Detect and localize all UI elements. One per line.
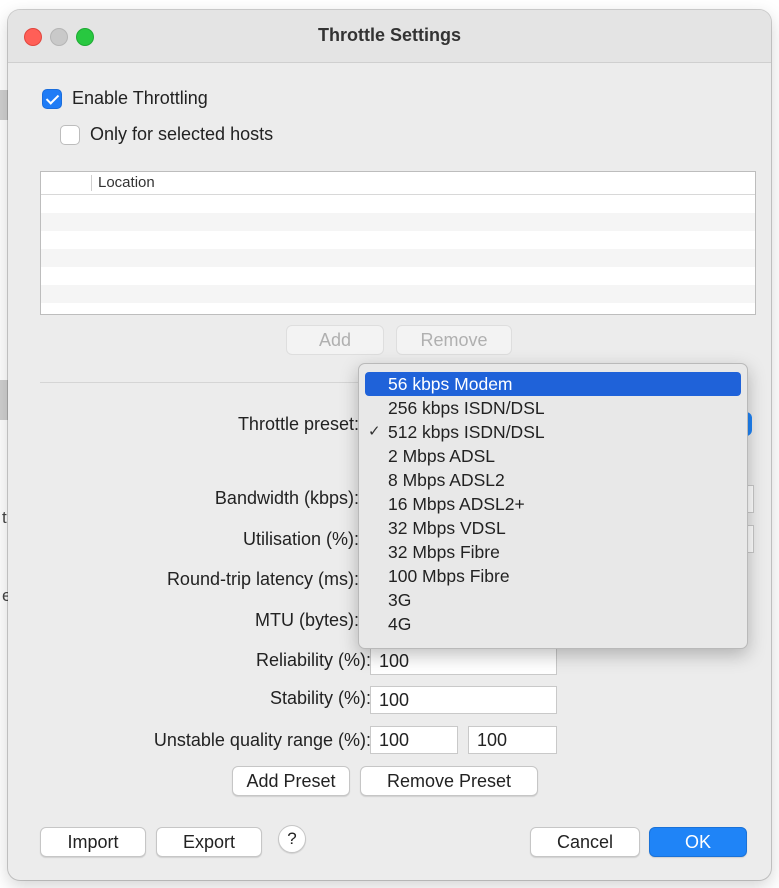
stability-field[interactable]: 100	[370, 686, 557, 714]
table-row	[41, 285, 755, 303]
utilisation-label: Utilisation (%):	[242, 529, 359, 549]
table-row	[41, 249, 755, 267]
import-button[interactable]: Import	[40, 827, 146, 857]
mtu-label: MTU (bytes):	[254, 610, 359, 630]
ok-button[interactable]: OK	[649, 827, 747, 857]
menu-item-2-mbps-adsl[interactable]: 2 Mbps ADSL	[365, 444, 741, 468]
export-button[interactable]: Export	[156, 827, 262, 857]
unstable-quality-range-label: Unstable quality range (%):	[153, 730, 371, 750]
table-row	[41, 195, 755, 213]
window-title: Throttle Settings	[318, 25, 461, 45]
menu-item-56-kbps-modem[interactable]: 56 kbps Modem	[365, 372, 741, 396]
menu-item-100-mbps-fibre[interactable]: 100 Mbps Fibre	[365, 564, 741, 588]
column-separator	[91, 175, 92, 191]
unstable-max-field[interactable]: 100	[468, 726, 557, 754]
section-divider	[40, 382, 360, 383]
table-row	[41, 267, 755, 285]
menu-item-32-mbps-vdsl[interactable]: 32 Mbps VDSL	[365, 516, 741, 540]
table-row	[41, 231, 755, 249]
menu-item-4g[interactable]: 4G	[365, 612, 741, 636]
add-host-button[interactable]: Add	[286, 325, 384, 355]
add-preset-button[interactable]: Add Preset	[232, 766, 350, 796]
throttle-preset-label: Throttle preset:	[237, 414, 359, 434]
remove-host-button[interactable]: Remove	[396, 325, 512, 355]
background-window-edge	[0, 380, 8, 420]
help-button[interactable]: ?	[278, 825, 306, 853]
title-bar: Throttle Settings	[8, 10, 771, 63]
round-trip-latency-label: Round-trip latency (ms):	[166, 569, 359, 589]
menu-item-512-kbps-isdn-dsl[interactable]: ✓ 512 kbps ISDN/DSL	[365, 420, 741, 444]
stability-label: Stability (%):	[269, 688, 371, 708]
enable-throttling-checkbox[interactable]	[42, 89, 62, 109]
throttle-settings-window: Throttle Settings Enable Throttling Only…	[8, 10, 771, 880]
only-selected-hosts-label[interactable]: Only for selected hosts	[90, 124, 273, 145]
remove-preset-button[interactable]: Remove Preset	[360, 766, 538, 796]
cancel-button[interactable]: Cancel	[530, 827, 640, 857]
unstable-min-field[interactable]: 100	[370, 726, 458, 754]
reliability-field[interactable]: 100	[370, 647, 557, 675]
menu-item-8-mbps-adsl2[interactable]: 8 Mbps ADSL2	[365, 468, 741, 492]
table-row	[41, 213, 755, 231]
checkmark-icon: ✓	[368, 423, 381, 440]
hosts-table-header: Location	[41, 172, 755, 195]
menu-item-32-mbps-fibre[interactable]: 32 Mbps Fibre	[365, 540, 741, 564]
enable-throttling-label[interactable]: Enable Throttling	[72, 88, 208, 109]
reliability-label: Reliability (%):	[255, 650, 371, 670]
hosts-table[interactable]: Location	[40, 171, 756, 315]
bandwidth-label: Bandwidth (kbps):	[214, 488, 359, 508]
background-text-fragment: t	[2, 508, 7, 527]
only-selected-hosts-checkbox[interactable]	[60, 125, 80, 145]
location-column-header[interactable]: Location	[98, 174, 155, 191]
throttle-preset-menu[interactable]: 56 kbps Modem 256 kbps ISDN/DSL ✓ 512 kb…	[358, 363, 748, 649]
menu-item-16-mbps-adsl2-plus[interactable]: 16 Mbps ADSL2+	[365, 492, 741, 516]
background-window-edge	[0, 90, 8, 120]
menu-item-3g[interactable]: 3G	[365, 588, 741, 612]
menu-item-256-kbps-isdn-dsl[interactable]: 256 kbps ISDN/DSL	[365, 396, 741, 420]
